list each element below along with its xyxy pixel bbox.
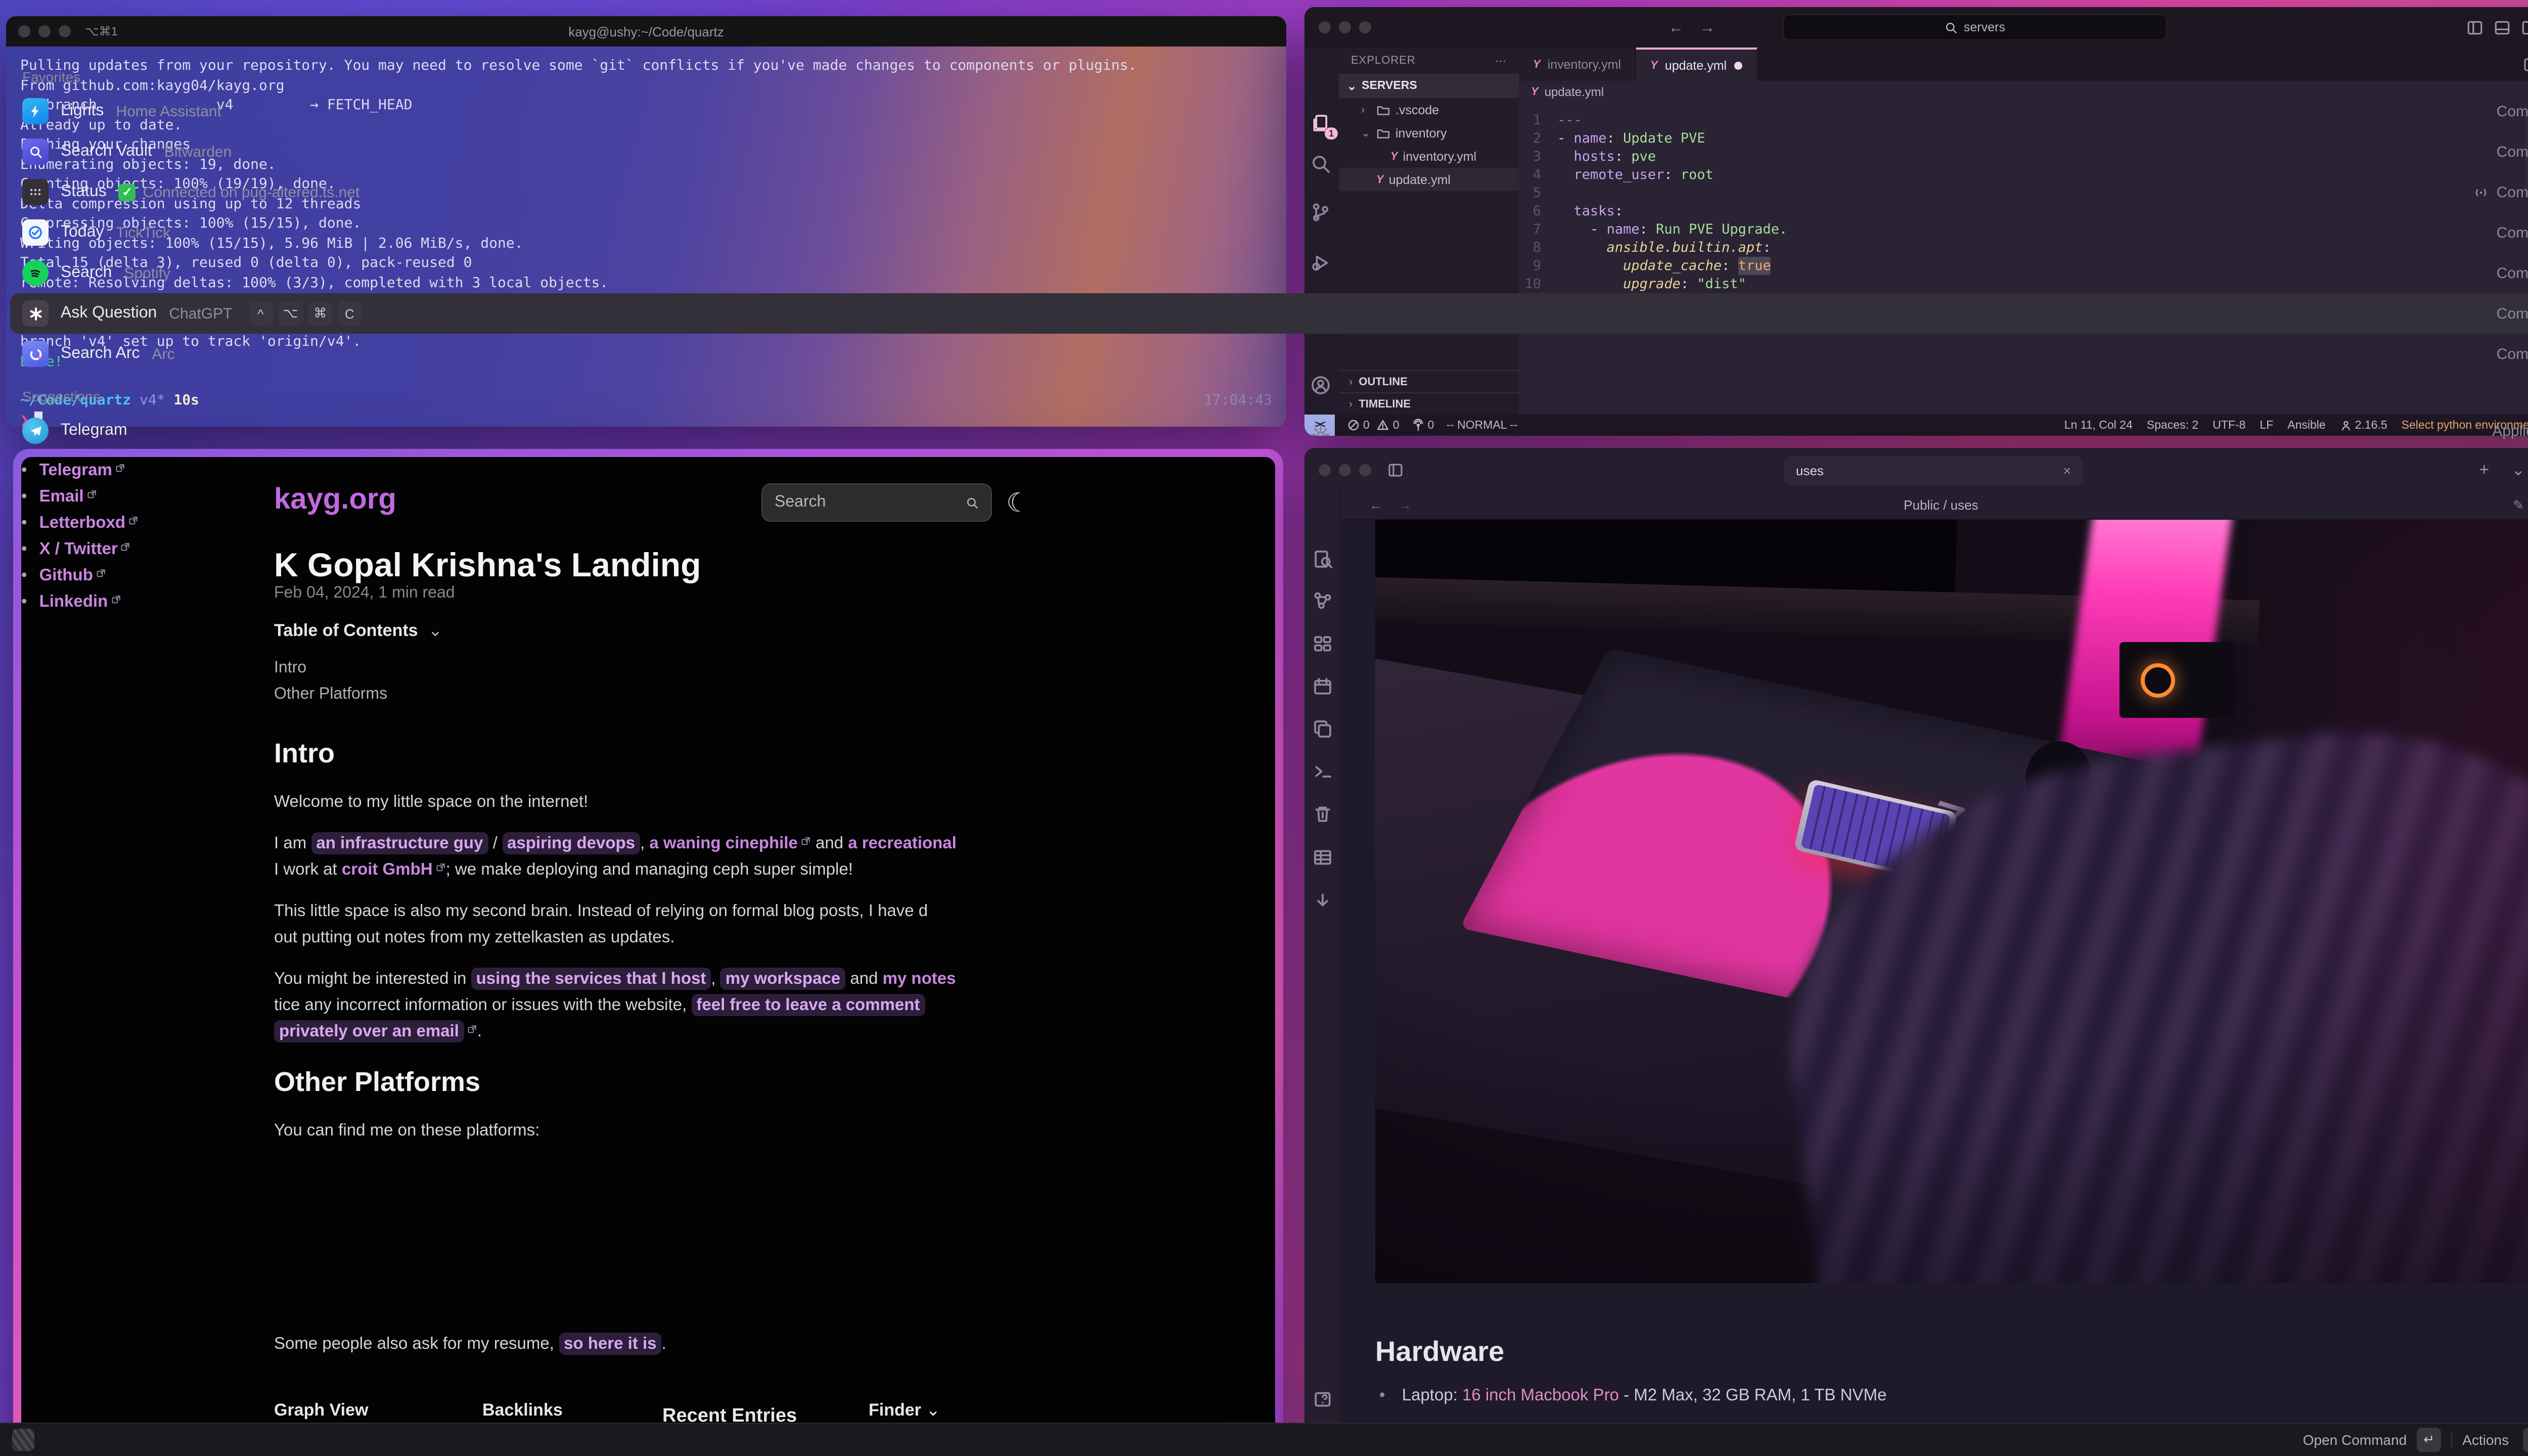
raycast-item-search[interactable]: SearchSpotifyCommand bbox=[10, 253, 756, 293]
desktop: ⌥⌘1 kayg@ushy:~/Code/quartz Pulling upda… bbox=[0, 0, 2528, 1456]
connected-check-icon: ✓ bbox=[119, 184, 136, 201]
raycast-item-search-arc[interactable]: Search ArcArcCommand bbox=[10, 334, 756, 374]
status-icon bbox=[22, 179, 49, 205]
forward-button[interactable]: → bbox=[1700, 19, 1715, 36]
toggle-primary-sidebar-icon[interactable] bbox=[2466, 19, 2484, 36]
terminal-title: kayg@ushy:~/Code/quartz bbox=[6, 24, 1286, 39]
terminal-titlebar[interactable]: ⌥⌘1 kayg@ushy:~/Code/quartz bbox=[6, 16, 1286, 47]
keycap: C bbox=[337, 301, 362, 326]
raycast-item-ask-question[interactable]: Ask QuestionChatGPT^⌥⌘CCommand bbox=[10, 293, 756, 334]
toggle-secondary-sidebar-icon[interactable] bbox=[2521, 19, 2528, 36]
raycast-item-today[interactable]: TodayTickTickCommand bbox=[10, 212, 756, 253]
raycast-item-search-vault[interactable]: Search VaultBitwardenCommand bbox=[10, 131, 756, 172]
keycap: ^ bbox=[248, 301, 273, 326]
search-vault-icon bbox=[22, 139, 49, 165]
zoom-button[interactable] bbox=[1359, 21, 1371, 33]
lights-icon bbox=[22, 98, 49, 124]
search-arc-icon bbox=[22, 341, 49, 367]
telegram-icon bbox=[22, 418, 49, 444]
vscode-command-center[interactable]: servers bbox=[1783, 14, 2167, 40]
close-button[interactable] bbox=[1319, 21, 1331, 33]
today-icon bbox=[22, 219, 49, 246]
close-button[interactable] bbox=[18, 25, 30, 37]
ask-question-icon bbox=[22, 300, 49, 327]
vscode-titlebar[interactable]: ← → servers bbox=[1304, 7, 2528, 48]
raycast-item-status[interactable]: Status✓Connected on pug-altered.ts.netCo… bbox=[10, 172, 756, 212]
terminal-shortcut-label: ⌥⌘1 bbox=[85, 24, 118, 38]
keycap: ⌥ bbox=[278, 301, 303, 326]
terminal-traffic-lights[interactable] bbox=[18, 25, 71, 37]
vscode-traffic-lights[interactable] bbox=[1319, 21, 1371, 33]
minimize-button[interactable] bbox=[38, 25, 51, 37]
keycap: ⌘ bbox=[308, 301, 332, 326]
raycast-palette: FavoritesLightsHome AssistantCommandSear… bbox=[0, 0, 756, 487]
minimize-button[interactable] bbox=[1339, 21, 1351, 33]
raycast-item-telegram[interactable]: TelegramApplication bbox=[10, 411, 756, 451]
raycast-item-lights[interactable]: LightsHome AssistantCommand bbox=[10, 91, 756, 131]
raycast-section-label: Favorites bbox=[22, 69, 756, 85]
raycast-section-label: Suggestions bbox=[22, 388, 756, 404]
search-icon bbox=[1945, 21, 1958, 34]
zoom-button[interactable] bbox=[59, 25, 71, 37]
search-icon bbox=[22, 260, 49, 286]
back-button[interactable]: ← bbox=[1668, 19, 1684, 36]
toggle-panel-icon[interactable] bbox=[2494, 19, 2511, 36]
